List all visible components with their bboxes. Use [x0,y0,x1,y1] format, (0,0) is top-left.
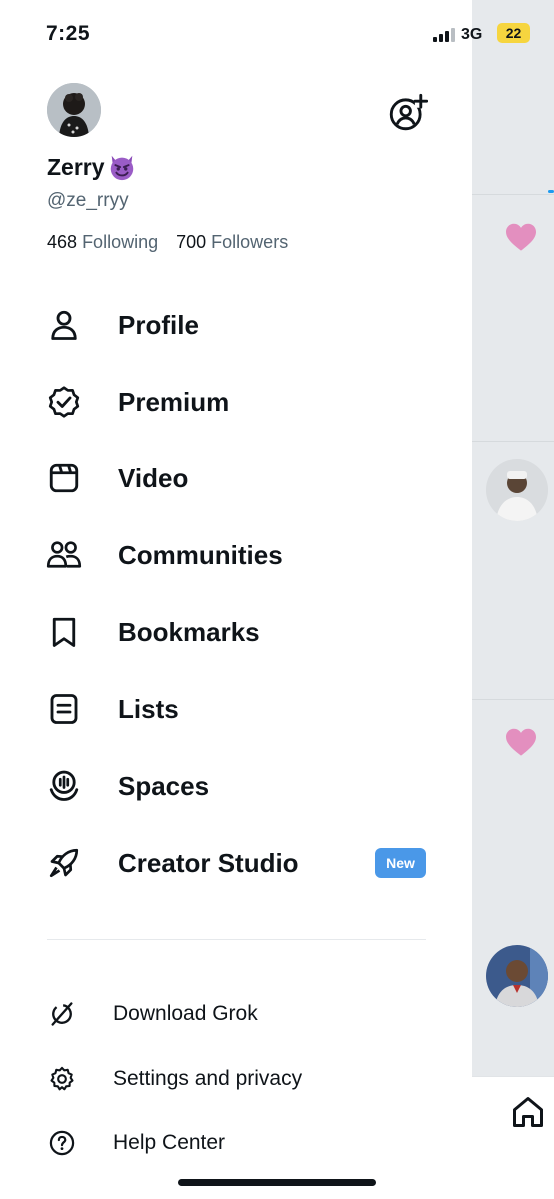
followers-link[interactable]: 700 Followers [176,232,288,253]
following-count: 468 [47,232,78,252]
menu-item-spaces[interactable]: Spaces [0,751,472,821]
signal-strength-icon [433,28,455,42]
video-icon [49,463,79,493]
menu-item-lists[interactable]: Lists [0,674,472,744]
timeline-avatar[interactable] [486,459,548,521]
timeline-divider [472,441,554,442]
list-icon [50,694,78,724]
menu-item-communities[interactable]: Communities [0,520,472,590]
grok-icon [51,1002,73,1026]
home-indicator[interactable] [178,1179,376,1186]
follow-stats: 468 Following 700 Followers [47,232,288,253]
timeline-avatar[interactable] [486,945,548,1007]
followers-count: 700 [176,232,207,252]
smiling-devil-emoji-icon [110,155,133,181]
heart-icon[interactable] [504,727,538,757]
status-indicators: 3G [433,24,482,46]
menu-item-premium[interactable]: Premium [0,367,472,437]
rocket-icon [49,848,79,878]
timeline-divider [472,699,554,700]
menu-label-settings-privacy: Settings and privacy [113,1067,303,1090]
profile-handle: @ze_rryy [47,190,129,211]
help-icon [49,1130,75,1156]
menu-item-creator-studio[interactable]: Creator Studio New [0,828,472,898]
menu-label-bookmarks: Bookmarks [118,616,260,647]
menu-label-download-grok: Download Grok [113,1002,258,1025]
battery-indicator: 22 [497,23,530,43]
menu-item-bookmarks[interactable]: Bookmarks [0,597,472,667]
gear-icon [50,1066,74,1091]
menu-divider [47,939,426,940]
menu-item-download-grok[interactable]: Download Grok [0,988,472,1040]
communities-icon [46,541,82,568]
person-icon [51,310,77,340]
following-link[interactable]: 468 Following [47,232,158,253]
add-account-icon[interactable] [386,92,428,134]
menu-label-profile: Profile [118,309,199,340]
network-type: 3G [461,26,483,43]
menu-label-video: Video [118,462,189,493]
menu-label-premium: Premium [118,386,230,417]
heart-icon[interactable] [504,222,538,252]
timeline-tab-indicator [548,190,554,193]
followers-label: Followers [211,232,289,252]
menu-label-lists: Lists [118,693,179,724]
timeline-divider [472,194,554,195]
avatar[interactable] [47,83,101,137]
verified-badge-icon [48,386,80,418]
profile-name: Zerry [47,153,105,180]
profile-name-row[interactable]: Zerry [47,152,137,182]
following-label: Following [82,232,159,252]
new-badge: New [375,848,426,878]
status-time: 7:25 [46,22,91,45]
bookmark-icon [52,617,76,647]
menu-item-video[interactable]: Video [0,443,472,513]
menu-item-help-center[interactable]: Help Center [0,1117,472,1169]
spaces-icon [49,770,79,801]
menu-label-help-center: Help Center [113,1131,226,1154]
menu-label-spaces: Spaces [118,770,210,801]
menu-label-communities: Communities [118,539,283,570]
menu-label-creator-studio: Creator Studio [118,847,299,878]
home-icon[interactable] [510,1094,546,1130]
menu-item-profile[interactable]: Profile [0,290,472,360]
menu-item-settings-privacy[interactable]: Settings and privacy [0,1053,472,1105]
timeline-backdrop [472,0,554,1199]
